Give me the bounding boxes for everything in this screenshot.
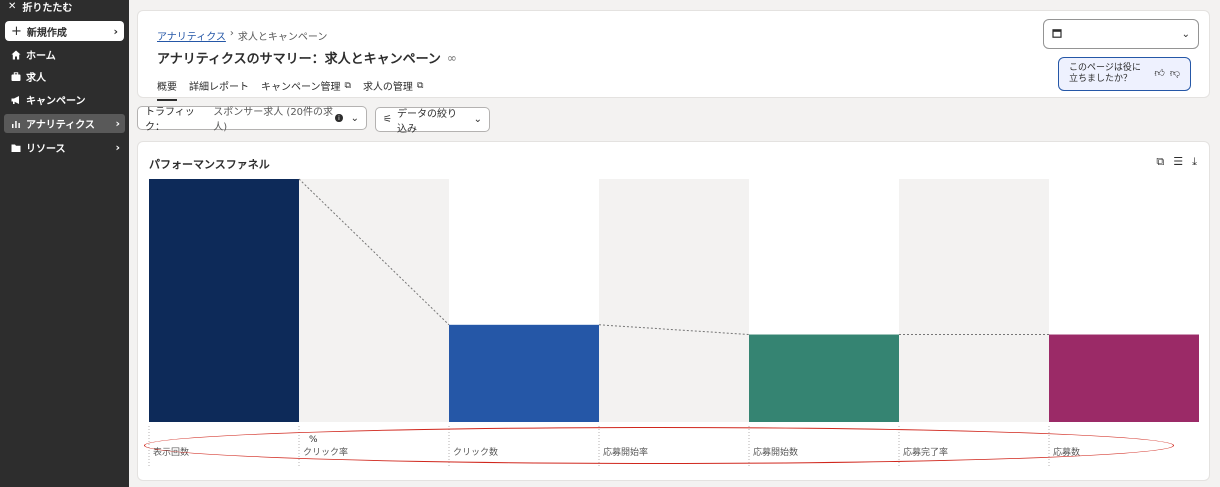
sidebar: ✕ 折りたたむ + 新規作成 › ホーム 求人 キャンペーン アナリティクス › xyxy=(0,0,129,487)
chart-icon xyxy=(9,119,23,129)
percent-value: % xyxy=(309,435,318,445)
chevron-down-icon: ⌄ xyxy=(1181,28,1190,40)
sidebar-item-resources[interactable]: リソース › xyxy=(4,138,125,157)
create-label: 新規作成 xyxy=(26,27,67,39)
rate-column-bg xyxy=(299,179,449,422)
funnel-bar[interactable] xyxy=(1049,334,1199,422)
funnel-chart: 表示回数 クリック率 クリック数 応募開始率 応募開始数 応募完了率 応募数% xyxy=(148,178,1199,468)
collapse-button[interactable]: ✕ 折りたたむ xyxy=(8,0,73,14)
breadcrumb-link-analytics[interactable]: アナリティクス xyxy=(157,28,226,43)
funnel-bar[interactable] xyxy=(449,324,599,422)
date-range-select[interactable]: ⌄ xyxy=(1043,19,1199,49)
tab-job-management[interactable]: 求人の管理 ⧉ xyxy=(363,78,423,97)
breadcrumb: アナリティクス › 求人とキャンペーン xyxy=(157,28,327,43)
rate-column-bg xyxy=(899,179,1049,422)
performance-funnel-card: パフォーマンスファネル ⧉ ☰ ⤓ 表示回数 クリック率 クリック数 応募開始率 応募開… xyxy=(137,141,1210,481)
rate-column-bg xyxy=(599,179,749,422)
tab-label: 概要 xyxy=(157,82,177,93)
megaphone-icon xyxy=(9,95,23,105)
sidebar-item-label: ホーム xyxy=(26,51,56,62)
chevron-right-icon: › xyxy=(115,117,120,130)
funnel-stage-label: クリック率 xyxy=(303,446,348,458)
breadcrumb-current: 求人とキャンペーン xyxy=(237,32,328,43)
info-icon[interactable]: i xyxy=(335,114,343,122)
tab-campaign-management[interactable]: キャンペーン管理 ⧉ xyxy=(261,78,351,97)
collapse-label: 折りたたむ xyxy=(22,2,73,14)
tab-bar: 概要 詳細レポート キャンペーン管理 ⧉ 求人の管理 ⧉ xyxy=(157,78,423,101)
thumbs-up-icon[interactable]: 👍︎ xyxy=(1154,68,1164,81)
funnel-stage-label: 応募数 xyxy=(1053,446,1080,458)
home-icon xyxy=(9,50,23,60)
chevron-right-icon: › xyxy=(115,141,120,154)
funnel-stage-label: 表示回数 xyxy=(153,446,189,458)
funnel-bar[interactable] xyxy=(149,179,299,422)
data-filter-button[interactable]: ⚟ データの絞り込み ⌄ xyxy=(375,107,490,135)
traffic-filter-select[interactable]: トラフィック： スポンサー求人 (20件の求人) i ⌄ xyxy=(137,106,367,133)
external-link-icon: ⧉ xyxy=(416,80,424,91)
page-header: アナリティクス › 求人とキャンペーン アナリティクスのサマリー：求人とキャンペ… xyxy=(137,10,1210,101)
sidebar-item-label: リソース xyxy=(26,144,66,155)
folder-icon xyxy=(9,143,23,153)
sidebar-item-jobs[interactable]: 求人 xyxy=(4,67,125,86)
chevron-right-icon: › xyxy=(113,24,118,38)
page-title: アナリティクスのサマリー：求人とキャンペーン ∞ xyxy=(157,48,457,68)
calendar-icon xyxy=(1052,28,1062,41)
feedback-widget: このページは役に 立ちましたか？ 👍︎ 👎︎ xyxy=(1058,57,1191,91)
tab-detailed-reports[interactable]: 詳細レポート xyxy=(189,78,249,97)
sidebar-item-campaigns[interactable]: キャンペーン xyxy=(4,90,125,109)
traffic-value: スポンサー求人 (20件の求人) xyxy=(213,107,334,133)
funnel-stage-label: 応募完了率 xyxy=(903,446,948,458)
create-new-button[interactable]: + 新規作成 › xyxy=(5,21,124,41)
feedback-question-line2: 立ちましたか？ xyxy=(1069,74,1133,84)
data-filter-label: データの絞り込み xyxy=(396,108,457,135)
chevron-down-icon: ⌄ xyxy=(473,114,482,125)
funnel-stage-label: クリック数 xyxy=(453,446,498,458)
breadcrumb-separator: › xyxy=(229,28,234,39)
briefcase-icon xyxy=(9,71,23,82)
feedback-question: このページは役に xyxy=(1069,62,1141,73)
sidebar-item-home[interactable]: ホーム xyxy=(4,45,125,64)
external-link-icon: ⧉ xyxy=(344,80,351,91)
link-icon[interactable]: ∞ xyxy=(447,51,457,65)
chevron-down-icon: ⌄ xyxy=(350,112,359,124)
funnel-bar[interactable] xyxy=(749,334,899,422)
tab-label: 詳細レポート xyxy=(189,82,249,93)
sidebar-item-analytics[interactable]: アナリティクス › xyxy=(4,114,125,133)
plus-icon: + xyxy=(11,23,22,39)
tab-overview[interactable]: 概要 xyxy=(157,78,177,101)
tab-label: キャンペーン管理 xyxy=(261,82,341,93)
sidebar-item-label: 求人 xyxy=(26,73,46,84)
tab-label: 求人の管理 xyxy=(362,82,413,93)
sliders-icon: ⚟ xyxy=(383,114,392,125)
sidebar-item-label: アナリティクス xyxy=(26,120,95,131)
thumbs-down-icon[interactable]: 👎︎ xyxy=(1170,68,1180,81)
funnel-stage-label: 応募開始率 xyxy=(603,446,648,458)
sidebar-item-label: キャンペーン xyxy=(26,96,86,107)
page-title-text: アナリティクスのサマリー：求人とキャンペーン xyxy=(157,52,441,67)
traffic-label: トラフィック： xyxy=(145,107,195,133)
close-icon: ✕ xyxy=(8,0,17,12)
funnel-stage-label: 応募開始数 xyxy=(753,446,798,458)
